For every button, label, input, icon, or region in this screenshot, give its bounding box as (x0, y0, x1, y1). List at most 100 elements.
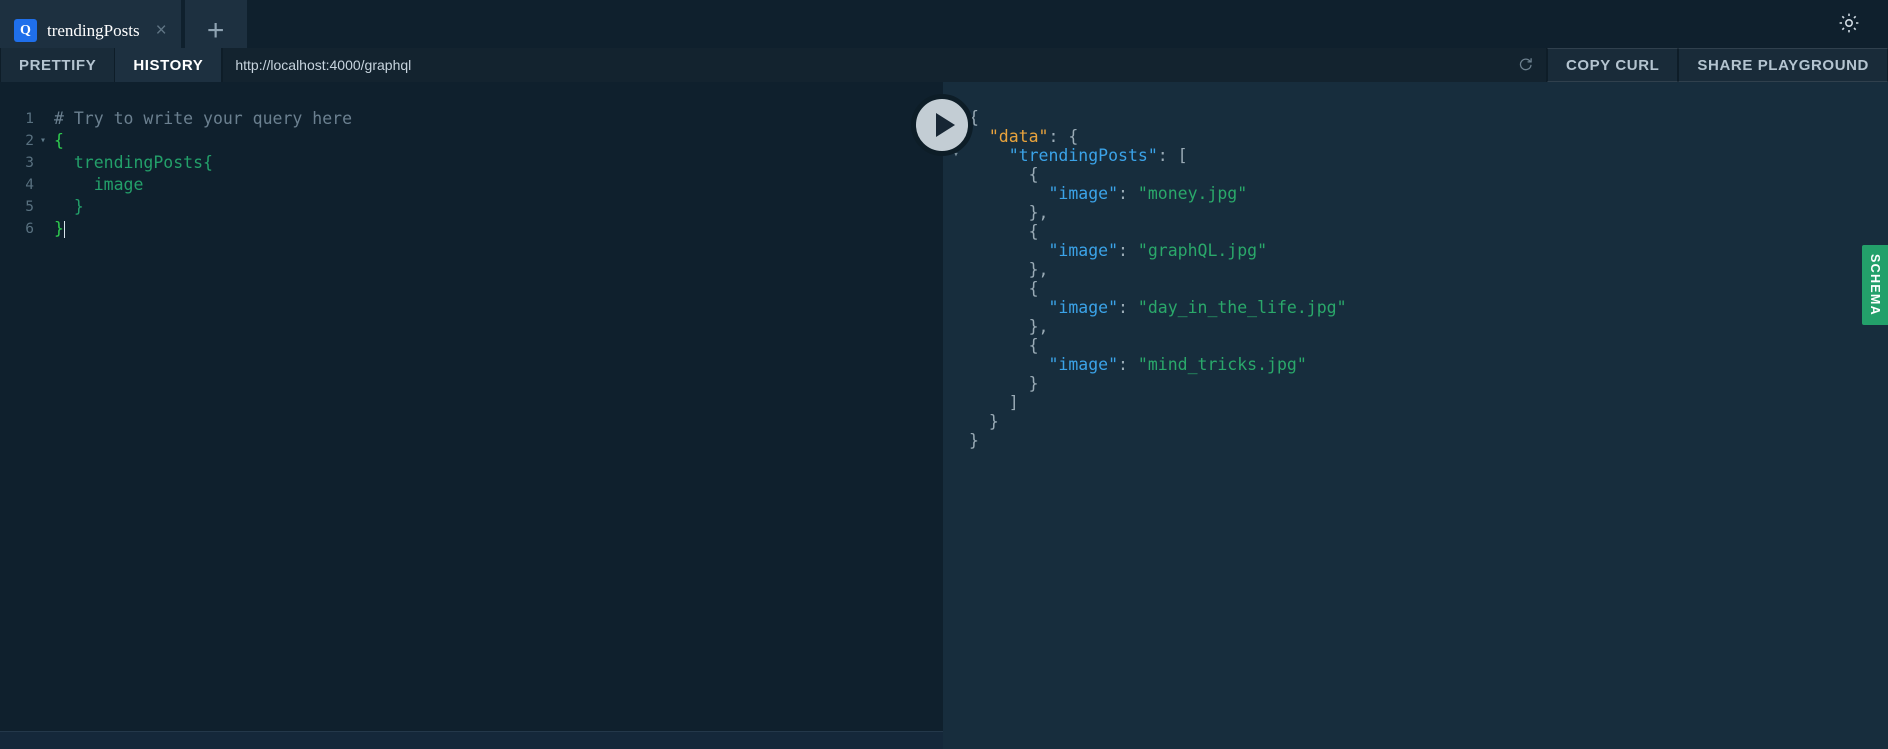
gear-icon[interactable] (1832, 6, 1866, 40)
execute-query-button[interactable] (911, 94, 973, 156)
json-punctuation: }, (1028, 317, 1049, 336)
schema-tab-label: SCHEMA (1868, 254, 1882, 316)
url-value: http://localhost:4000/graphql (235, 57, 412, 73)
result-text: } (969, 431, 979, 450)
share-playground-button[interactable]: SHARE PLAYGROUND (1678, 48, 1888, 82)
json-punctuation: } (988, 412, 999, 431)
code-text: image (54, 175, 144, 194)
json-string-value: "mind_tricks.jpg" (1137, 355, 1307, 374)
result-line: } (943, 412, 1888, 431)
result-line: "image": "day_in_the_life.jpg" (943, 298, 1888, 317)
query-badge-icon: Q (14, 19, 37, 42)
result-line: "image": "money.jpg" (943, 184, 1888, 203)
json-punctuation: { (1028, 222, 1039, 241)
result-text: "image": "day_in_the_life.jpg" (969, 298, 1347, 317)
json-punctuation: }, (1028, 203, 1049, 222)
copy-curl-button[interactable]: COPY CURL (1546, 48, 1679, 82)
result-line: ] (943, 393, 1888, 412)
json-string-value: "day_in_the_life.jpg" (1137, 298, 1347, 317)
result-text: "image": "graphQL.jpg" (969, 241, 1267, 260)
line-number: 3 (25, 155, 34, 171)
code-text: # Try to write your query here (54, 109, 353, 128)
json-punctuation: : (1118, 355, 1138, 374)
fold-toggle-icon[interactable]: ▾ (36, 130, 50, 152)
json-string-value: "money.jpg" (1137, 184, 1248, 203)
json-punctuation: { (1028, 336, 1039, 355)
code-line[interactable]: 2 ▾{ (0, 130, 943, 152)
reload-icon[interactable] (1517, 56, 1534, 78)
json-punctuation: { (1028, 279, 1039, 298)
result-line: }, (943, 203, 1888, 222)
json-key: "image" (1048, 298, 1119, 317)
result-line: }, (943, 260, 1888, 279)
json-punctuation: } (969, 431, 979, 450)
result-line: "image": "mind_tricks.jpg" (943, 355, 1888, 374)
line-number: 5 (25, 199, 34, 215)
json-punctuation: : (1118, 241, 1138, 260)
play-icon (935, 113, 955, 137)
result-line: } (943, 374, 1888, 393)
json-punctuation: : (1118, 184, 1138, 203)
code-text: } (54, 219, 64, 238)
result-text: "data": { (969, 127, 1078, 146)
result-text: ] (969, 393, 1019, 412)
query-variables-bar[interactable] (0, 731, 943, 749)
tab-title: trendingPosts (47, 20, 140, 40)
result-text: "image": "mind_tricks.jpg" (969, 355, 1307, 374)
schema-tab[interactable]: SCHEMA (1862, 245, 1888, 325)
code-text: { (54, 131, 64, 150)
result-text: }, (969, 317, 1049, 336)
main-split: 1 # Try to write your query here 2 ▾{3 tren… (0, 82, 1888, 749)
result-text: }, (969, 260, 1049, 279)
json-punctuation: : { (1048, 127, 1079, 146)
result-text: } (969, 412, 999, 431)
json-punctuation: } (1028, 374, 1039, 393)
line-number: 1 (25, 111, 34, 127)
result-pane: ▾{▾ "data": {▾ "trendingPosts": [ { "ima… (943, 82, 1888, 749)
graphql-playground-window: Q trendingPosts × + PRETTIFY HISTORY htt… (0, 0, 1888, 749)
json-string-value: "graphQL.jpg" (1137, 241, 1268, 260)
result-line: } (943, 431, 1888, 450)
json-key: "image" (1048, 241, 1119, 260)
json-punctuation: ] (1008, 393, 1019, 412)
json-key: "data" (988, 127, 1049, 146)
result-line: ▾{ (943, 108, 1888, 127)
result-line: ▾ "data": { (943, 127, 1888, 146)
prettify-button[interactable]: PRETTIFY (0, 48, 116, 82)
json-key: "image" (1048, 184, 1119, 203)
line-number: 2 (25, 133, 34, 149)
result-line: "image": "graphQL.jpg" (943, 241, 1888, 260)
code-text: trendingPosts{ (54, 153, 213, 172)
json-punctuation: }, (1028, 260, 1049, 279)
result-text: { (969, 336, 1039, 355)
json-key: "image" (1048, 355, 1119, 374)
result-line: { (943, 222, 1888, 241)
text-cursor (63, 220, 65, 238)
result-text: "trendingPosts": [ (969, 146, 1188, 165)
url-input[interactable]: http://localhost:4000/graphql (222, 48, 1547, 82)
code-line[interactable]: 5 } (0, 196, 943, 218)
code-text: } (54, 197, 84, 216)
result-line: { (943, 279, 1888, 298)
json-punctuation: { (1028, 165, 1039, 184)
code-line[interactable]: 4 image (0, 174, 943, 196)
code-line[interactable]: 3 trendingPosts{ (0, 152, 943, 174)
query-editor-pane[interactable]: 1 # Try to write your query here 2 ▾{3 tren… (0, 82, 943, 749)
result-text: { (969, 165, 1039, 184)
result-json: ▾{▾ "data": {▾ "trendingPosts": [ { "ima… (943, 82, 1888, 450)
line-number: 4 (25, 177, 34, 193)
code-line[interactable]: 1 # Try to write your query here (0, 108, 943, 130)
close-icon[interactable]: × (156, 21, 167, 40)
history-button[interactable]: HISTORY (115, 48, 223, 82)
json-punctuation: : [ (1157, 146, 1188, 165)
result-text: { (969, 279, 1039, 298)
result-text: }, (969, 203, 1049, 222)
result-line: ▾ "trendingPosts": [ (943, 146, 1888, 165)
result-line: { (943, 336, 1888, 355)
result-text: "image": "money.jpg" (969, 184, 1247, 203)
query-code[interactable]: 1 # Try to write your query here 2 ▾{3 tren… (0, 82, 943, 240)
result-line: { (943, 165, 1888, 184)
toolbar: PRETTIFY HISTORY http://localhost:4000/g… (0, 48, 1888, 82)
code-line[interactable]: 6} (0, 218, 943, 240)
result-line: }, (943, 317, 1888, 336)
